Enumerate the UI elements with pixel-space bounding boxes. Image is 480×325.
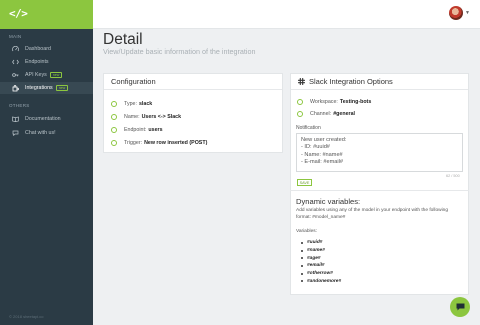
character-counter: 62 / 500 bbox=[446, 174, 460, 178]
config-label: Type: bbox=[124, 101, 137, 107]
config-value: Users <-> Slack bbox=[141, 114, 182, 120]
dynamic-variables-description: Add variables using any of the model in … bbox=[296, 208, 448, 220]
sidebar-item-api-keys[interactable]: API Keys new bbox=[0, 69, 93, 81]
sidebar-item-dashboard[interactable]: Dashboard bbox=[0, 43, 93, 55]
sidebar-item-chat[interactable]: Chat with us! bbox=[0, 127, 93, 139]
sidebar-item-integrations[interactable]: Integrations new bbox=[0, 82, 93, 94]
slack-icon bbox=[298, 78, 305, 85]
new-badge: new bbox=[55, 84, 69, 92]
config-value: users bbox=[148, 127, 163, 133]
config-label: Trigger: bbox=[124, 140, 143, 146]
notification-line: New user created: bbox=[301, 137, 347, 143]
workspace-value: Testing-bots bbox=[339, 99, 372, 105]
sidebar-section-others: OTHERS bbox=[9, 103, 30, 108]
config-label: Name: bbox=[124, 114, 140, 120]
slack-options-title: Slack Integration Options bbox=[291, 74, 468, 90]
sidebar-item-label: Endpoints bbox=[25, 59, 49, 65]
puzzle-icon bbox=[11, 84, 19, 92]
status-ring-icon bbox=[297, 99, 303, 105]
footer-copyright: © 2018 sheetapi.co bbox=[9, 314, 44, 319]
logo[interactable]: </> bbox=[0, 0, 93, 29]
list-item: #email# bbox=[301, 262, 341, 270]
sidebar: </> MAIN Dashboard Endpoints API Keys ne… bbox=[0, 0, 93, 325]
config-value: New row inserted (POST) bbox=[144, 140, 208, 146]
divider bbox=[290, 190, 469, 191]
list-item: #age# bbox=[301, 254, 341, 262]
sidebar-item-label: API Keys bbox=[25, 72, 47, 78]
channel-value: #general bbox=[333, 111, 355, 117]
dashboard-icon bbox=[11, 46, 19, 53]
config-trigger-row: Trigger: New row inserted (POST) bbox=[111, 140, 207, 146]
new-badge: new bbox=[49, 71, 63, 79]
page-subtitle: View/Update basic information of the int… bbox=[103, 47, 256, 56]
status-ring-icon bbox=[111, 140, 117, 146]
notification-line: - ID: #uuid# bbox=[301, 144, 330, 151]
logo-code-icon: </> bbox=[9, 7, 28, 20]
configuration-card: Configuration Type: slack Name: Users <-… bbox=[103, 73, 283, 153]
notification-line: - E-mail: #email# bbox=[301, 159, 343, 166]
workspace-label: Workspace: bbox=[310, 99, 338, 105]
status-ring-icon bbox=[297, 111, 303, 117]
book-icon bbox=[11, 116, 19, 123]
variables-label: Variables: bbox=[296, 229, 317, 234]
notification-label: Notification bbox=[296, 125, 321, 131]
top-bar bbox=[93, 0, 480, 29]
list-item: #uuid# bbox=[301, 239, 341, 247]
variables-list: #uuid# #name# #age# #email# #otherrow# #… bbox=[301, 239, 341, 285]
config-type-row: Type: slack bbox=[111, 101, 152, 107]
notification-line: - Name: #name# bbox=[301, 151, 343, 158]
sidebar-item-label: Dashboard bbox=[25, 46, 51, 52]
sidebar-section-main: MAIN bbox=[9, 34, 22, 39]
status-ring-icon bbox=[111, 101, 117, 107]
sidebar-item-label: Chat with us! bbox=[25, 130, 56, 136]
notification-textarea[interactable]: New user created: - ID: #uuid# - Name: #… bbox=[296, 133, 463, 172]
channel-label: Channel: bbox=[310, 111, 332, 117]
sidebar-item-documentation[interactable]: Documentation bbox=[0, 113, 93, 125]
chevron-down-icon[interactable]: ▼ bbox=[465, 10, 470, 16]
chat-icon bbox=[11, 130, 19, 137]
avatar[interactable] bbox=[449, 6, 463, 20]
config-value: slack bbox=[138, 101, 153, 107]
chat-bubble-icon bbox=[456, 303, 465, 311]
configuration-title: Configuration bbox=[104, 74, 282, 90]
list-item: #andonemore# bbox=[301, 277, 341, 285]
sidebar-item-label: Documentation bbox=[25, 116, 61, 122]
endpoints-icon bbox=[11, 59, 19, 66]
key-icon bbox=[11, 72, 19, 79]
sidebar-item-label: Integrations bbox=[25, 85, 53, 91]
list-item: #name# bbox=[301, 247, 341, 255]
dynamic-variables-title: Dynamic variables: bbox=[296, 197, 361, 206]
config-name-row: Name: Users <-> Slack bbox=[111, 114, 181, 120]
status-ring-icon bbox=[111, 127, 117, 133]
config-endpoint-row: Endpoint: users bbox=[111, 127, 163, 133]
workspace-row: Workspace: Testing-bots bbox=[297, 99, 371, 105]
sidebar-item-endpoints[interactable]: Endpoints bbox=[0, 56, 93, 68]
channel-row: Channel: #general bbox=[297, 111, 355, 117]
chat-widget-button[interactable] bbox=[450, 297, 470, 317]
save-button[interactable]: SAVE bbox=[297, 179, 312, 186]
config-label: Endpoint: bbox=[124, 127, 147, 133]
status-ring-icon bbox=[111, 114, 117, 120]
slack-options-label: Slack Integration Options bbox=[309, 77, 393, 86]
list-item: #otherrow# bbox=[301, 270, 341, 278]
